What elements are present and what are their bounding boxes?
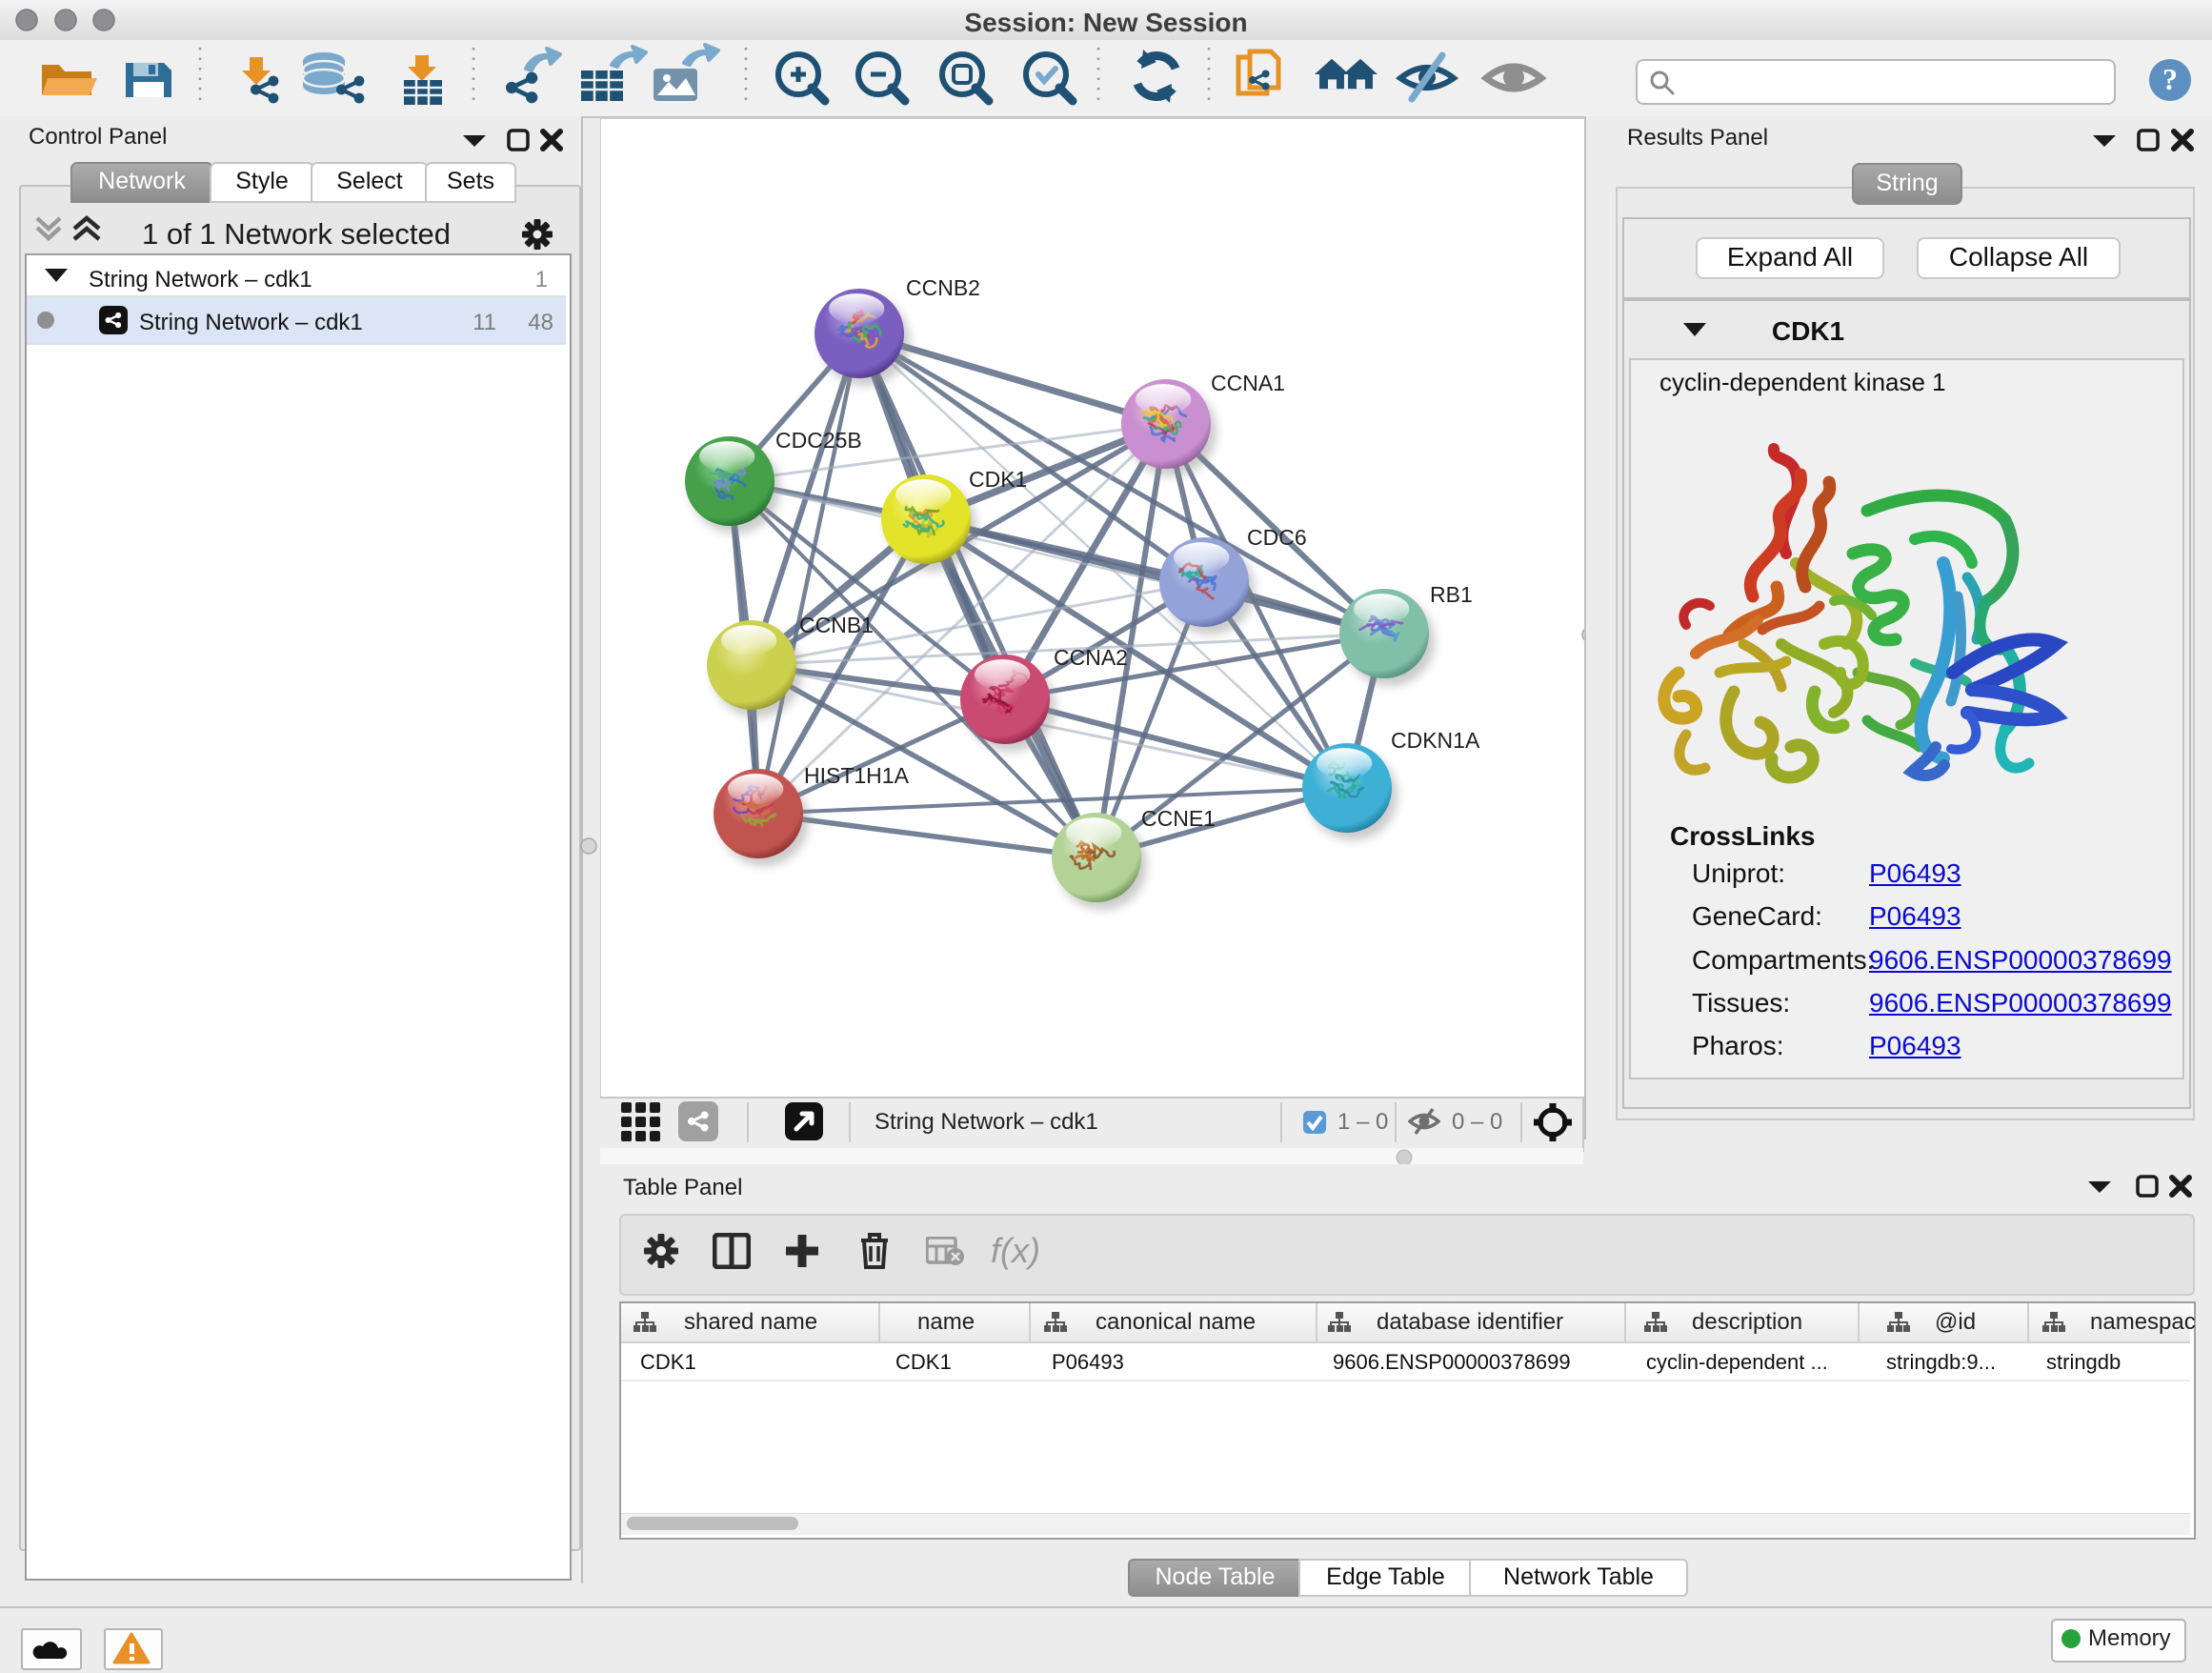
svg-text:CCNB2: CCNB2 [906,275,980,300]
svg-text:?: ? [2162,62,2178,96]
svg-text:CDKN1A: CDKN1A [1391,728,1480,753]
svg-text:CCNA2: CCNA2 [1054,645,1128,670]
svg-text:CDK1: CDK1 [969,467,1027,492]
svg-text:CCNE1: CCNE1 [1141,806,1216,831]
svg-text:HIST1H1A: HIST1H1A [804,763,910,788]
svg-text:RB1: RB1 [1430,582,1473,607]
svg-text:CDC25B: CDC25B [775,428,862,453]
svg-text:CDC6: CDC6 [1247,525,1307,550]
svg-text:CCNA1: CCNA1 [1211,371,1285,395]
svg-text:CCNB1: CCNB1 [799,613,874,637]
